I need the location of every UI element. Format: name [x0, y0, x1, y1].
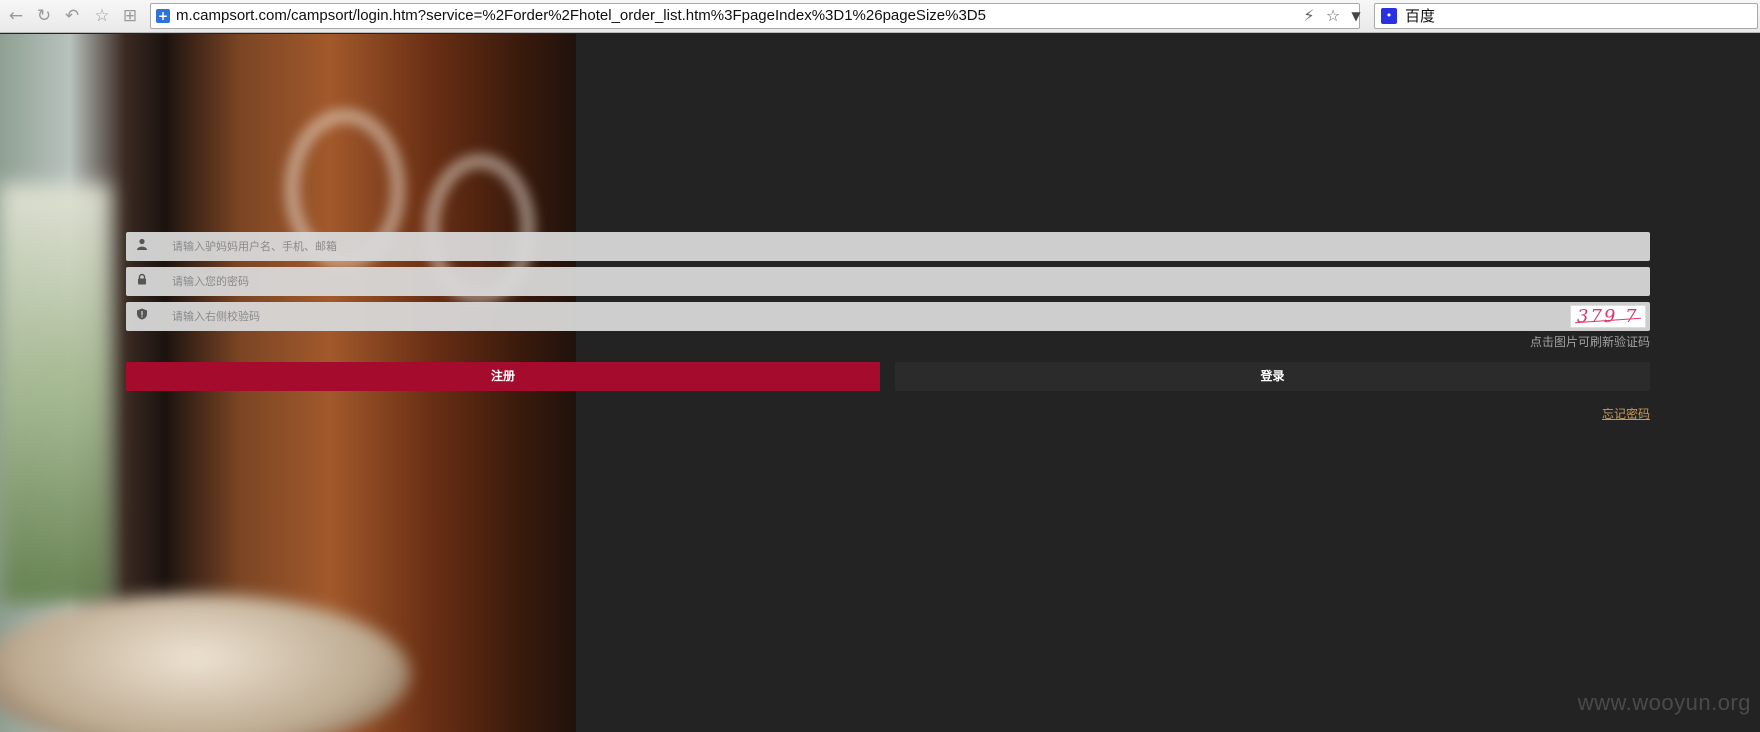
back-arrow-icon[interactable]: ←	[6, 6, 26, 26]
password-input[interactable]	[172, 267, 1272, 296]
captcha-refresh-hint: 点击图片可刷新验证码	[1529, 335, 1650, 349]
search-box[interactable]: • 百度	[1374, 3, 1758, 29]
captcha-field: 379 7	[126, 302, 1650, 331]
favorites-star-icon[interactable]: ☆	[92, 6, 112, 26]
watermark: www.wooyun.org	[1577, 690, 1751, 715]
apps-grid-icon[interactable]: ⊞	[120, 6, 140, 26]
lock-icon	[134, 273, 150, 289]
register-button[interactable]: 注册	[126, 362, 880, 391]
login-page: 379 7 点击图片可刷新验证码 注册 登录 忘记密码 www.wooyun.o…	[0, 34, 1760, 732]
bookmark-star-icon[interactable]: ☆	[1323, 6, 1343, 26]
username-input[interactable]	[172, 232, 1272, 261]
address-bar[interactable]: + m.campsort.com/campsort/login.htm?serv…	[150, 3, 1360, 29]
refresh-icon[interactable]: ↻	[34, 6, 54, 26]
user-icon	[134, 238, 150, 254]
login-button[interactable]: 登录	[895, 362, 1650, 391]
captcha-code: 379 7	[1577, 306, 1639, 327]
shield-icon	[134, 308, 150, 324]
site-shield-icon: +	[156, 9, 170, 23]
password-field	[126, 267, 1650, 296]
lightning-icon[interactable]: ⚡	[1299, 6, 1319, 26]
forgot-password-link[interactable]: 忘记密码	[1602, 405, 1650, 422]
baidu-paw-icon: •	[1381, 8, 1397, 24]
undo-icon[interactable]: ↶	[62, 6, 82, 26]
username-field	[126, 232, 1650, 261]
captcha-input[interactable]	[172, 302, 1272, 331]
browser-toolbar: ← ↻ ↶ ☆ ⊞ + m.campsort.com/campsort/logi…	[0, 0, 1760, 33]
photo-window-light	[0, 184, 110, 604]
photo-bathtub	[0, 594, 410, 732]
captcha-image[interactable]: 379 7	[1570, 305, 1646, 328]
url-text[interactable]: m.campsort.com/campsort/login.htm?servic…	[176, 4, 986, 28]
search-engine-name: 百度	[1405, 7, 1436, 25]
chevron-down-icon[interactable]: ▼	[1348, 6, 1364, 26]
